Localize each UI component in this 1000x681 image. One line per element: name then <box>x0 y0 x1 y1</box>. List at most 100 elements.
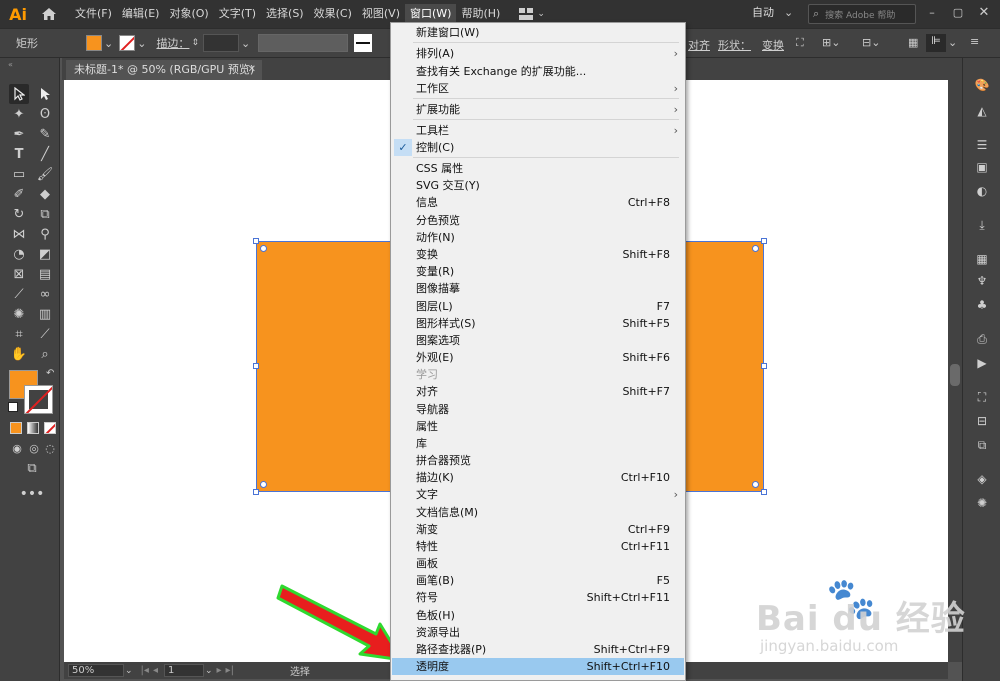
menu-type[interactable]: 文字(T) <box>214 4 261 24</box>
first-artboard-icon[interactable]: |◂ <box>141 665 149 676</box>
align-options-icon[interactable]: ⊞⌄ <box>822 36 840 49</box>
color-mode-button[interactable] <box>10 422 22 434</box>
stroke-stepper-icon[interactable]: ⇕ <box>191 38 199 48</box>
stroke-label[interactable]: 描边： <box>156 35 189 51</box>
gradient-tool-icon[interactable]: ▤ <box>35 264 55 284</box>
window-menu-item[interactable]: 拼合器预览 <box>392 452 684 469</box>
window-menu-item[interactable]: 工具栏 › <box>392 122 684 139</box>
window-menu-item[interactable]: 外观(E) Shift+F6 <box>392 349 684 366</box>
menu-help[interactable]: 帮助(H) <box>456 4 505 24</box>
align-label[interactable]: 对齐 <box>688 37 710 53</box>
zoom-field[interactable]: 50% <box>68 664 124 677</box>
window-menu-item[interactable]: 特性 Ctrl+F11 <box>392 538 684 555</box>
eraser-tool-icon[interactable]: ◆ <box>35 184 55 204</box>
window-menu-item[interactable]: 图像描摹 <box>392 280 684 297</box>
none-mode-button[interactable] <box>44 422 56 434</box>
slice-tool-icon[interactable]: ⟋ <box>35 324 55 344</box>
selection-handle[interactable] <box>761 489 767 495</box>
selection-handle[interactable] <box>253 238 259 244</box>
window-menu-item[interactable]: 符号 Shift+Ctrl+F11 <box>392 589 684 606</box>
hand-tool-icon[interactable]: ✋ <box>9 344 29 364</box>
blend-tool-icon[interactable]: ∞ <box>35 284 55 304</box>
pathfinder-panel-icon[interactable]: ⧉ <box>973 436 991 454</box>
artboard-field[interactable]: 1 <box>163 664 204 677</box>
chevron-down-icon[interactable]: ⌄ <box>205 666 213 676</box>
zoom-tool-icon[interactable]: ⌕ <box>35 344 55 364</box>
width-tool-icon[interactable]: ⋈ <box>9 224 29 244</box>
window-menu-item[interactable]: 属性 <box>392 418 684 435</box>
column-graph-tool-icon[interactable]: ▥ <box>35 304 55 324</box>
distribute-icon[interactable]: ⊟⌄ <box>862 36 880 49</box>
export-icon[interactable]: ⤓ <box>973 216 991 234</box>
window-menu-item[interactable]: 信息 Ctrl+F8 <box>392 194 684 211</box>
paintbrush-tool-icon[interactable]: 🖌 <box>35 164 55 184</box>
transform-panel-icon[interactable]: ⛶ <box>973 388 991 406</box>
menu-file[interactable]: 文件(F) <box>70 4 117 24</box>
fill-swatch[interactable] <box>86 35 102 51</box>
window-menu-item[interactable]: 扩展功能 › <box>392 101 684 118</box>
arrange-documents-icon[interactable]: ⌄ <box>519 8 545 20</box>
window-menu-item[interactable]: 排列(A) › <box>392 45 684 62</box>
selection-handle[interactable] <box>761 238 767 244</box>
selection-handle[interactable] <box>253 489 259 495</box>
menu-edit[interactable]: 编辑(E) <box>117 4 165 24</box>
curvature-tool-icon[interactable]: ✎ <box>35 124 55 144</box>
window-menu-item[interactable]: 动作(N) <box>392 229 684 246</box>
transform-box-icon[interactable]: ⛶ <box>796 36 804 50</box>
transform-label[interactable]: 变换 <box>762 37 784 53</box>
stroke-color-box[interactable] <box>24 385 53 414</box>
puppet-warp-tool-icon[interactable]: ⚲ <box>35 224 55 244</box>
window-menu-item[interactable]: 色板(H) <box>392 607 684 624</box>
shape-label[interactable]: 形状： <box>718 37 751 53</box>
artboard-tool-icon[interactable]: ⌗ <box>9 324 29 344</box>
align-panel-icon[interactable]: ⊟ <box>973 412 991 430</box>
asset-export-icon[interactable]: ⎙ <box>973 330 991 348</box>
transparency-panel-icon[interactable]: ◐ <box>973 182 991 200</box>
actions-panel-icon[interactable]: ▶ <box>973 354 991 372</box>
window-menu-item[interactable]: ✓ 控制(C) <box>392 139 684 156</box>
variable-width-profile[interactable] <box>258 34 349 52</box>
window-menu-item[interactable]: 渐变 Ctrl+F9 <box>392 521 684 538</box>
window-menu-item[interactable]: SVG 交互(Y) <box>392 177 684 194</box>
window-menu-item[interactable]: 图案选项 <box>392 332 684 349</box>
appearance-panel-icon[interactable]: ✺ <box>973 494 991 512</box>
window-menu-item[interactable]: 画笔(B) F5 <box>392 572 684 589</box>
window-menu-item[interactable]: 工作区 › <box>392 80 684 97</box>
window-menu-item[interactable]: 变换 Shift+F8 <box>392 246 684 263</box>
window-menu-item[interactable]: 新建窗口(W) <box>392 24 684 41</box>
corner-widget[interactable] <box>752 481 759 488</box>
next-artboard-icon[interactable]: ▸ <box>217 665 222 676</box>
panel-options-icon[interactable]: ⊫ <box>926 34 946 52</box>
selection-handle[interactable] <box>761 363 767 369</box>
chevron-down-icon[interactable]: ⌄ <box>948 36 957 49</box>
window-menu-item[interactable]: 透明度 Shift+Ctrl+F10 <box>392 658 684 675</box>
window-menu-item[interactable]: 路径查找器(P) Shift+Ctrl+F9 <box>392 641 684 658</box>
type-tool-icon[interactable]: T <box>9 144 29 164</box>
symbol-sprayer-tool-icon[interactable]: ✺ <box>9 304 29 324</box>
close-button[interactable]: ✕ <box>974 5 994 21</box>
gradient-mode-button[interactable] <box>27 422 39 434</box>
window-menu-item[interactable]: 查找有关 Exchange 的扩展功能... <box>392 63 684 80</box>
window-menu-item[interactable]: 分色预览 <box>392 212 684 229</box>
swatches-panel-icon[interactable]: ▦ <box>973 250 991 268</box>
symbols-panel-icon[interactable]: ♣ <box>973 296 991 314</box>
window-menu-item[interactable]: 对齐 Shift+F7 <box>392 383 684 400</box>
menu-window[interactable]: 窗口(W) <box>404 4 457 24</box>
maximize-button[interactable]: ▢ <box>948 6 968 22</box>
shape-builder-tool-icon[interactable]: ◔ <box>9 244 29 264</box>
window-menu-item[interactable]: 画板 <box>392 555 684 572</box>
default-colors-icon[interactable] <box>8 402 18 412</box>
window-menu-item[interactable]: 导航器 <box>392 401 684 418</box>
window-menu-item[interactable]: CSS 属性 <box>392 160 684 177</box>
close-icon[interactable]: ✕ <box>248 60 256 80</box>
mesh-tool-icon[interactable]: ⊠ <box>9 264 29 284</box>
scroll-thumb[interactable] <box>950 364 960 386</box>
color-panel-icon[interactable]: 🎨 <box>973 76 991 94</box>
menu-effect[interactable]: 效果(C) <box>309 4 357 24</box>
stroke-panel-icon[interactable]: ☰ <box>973 136 991 154</box>
line-tool-icon[interactable]: ╱ <box>35 144 55 164</box>
pen-tool-icon[interactable]: ✒ <box>9 124 29 144</box>
chevron-down-icon[interactable]: ⌄ <box>125 666 133 676</box>
previous-artboard-icon[interactable]: ◂ <box>153 665 158 676</box>
screen-mode-icon[interactable]: ⧉ <box>22 458 42 478</box>
